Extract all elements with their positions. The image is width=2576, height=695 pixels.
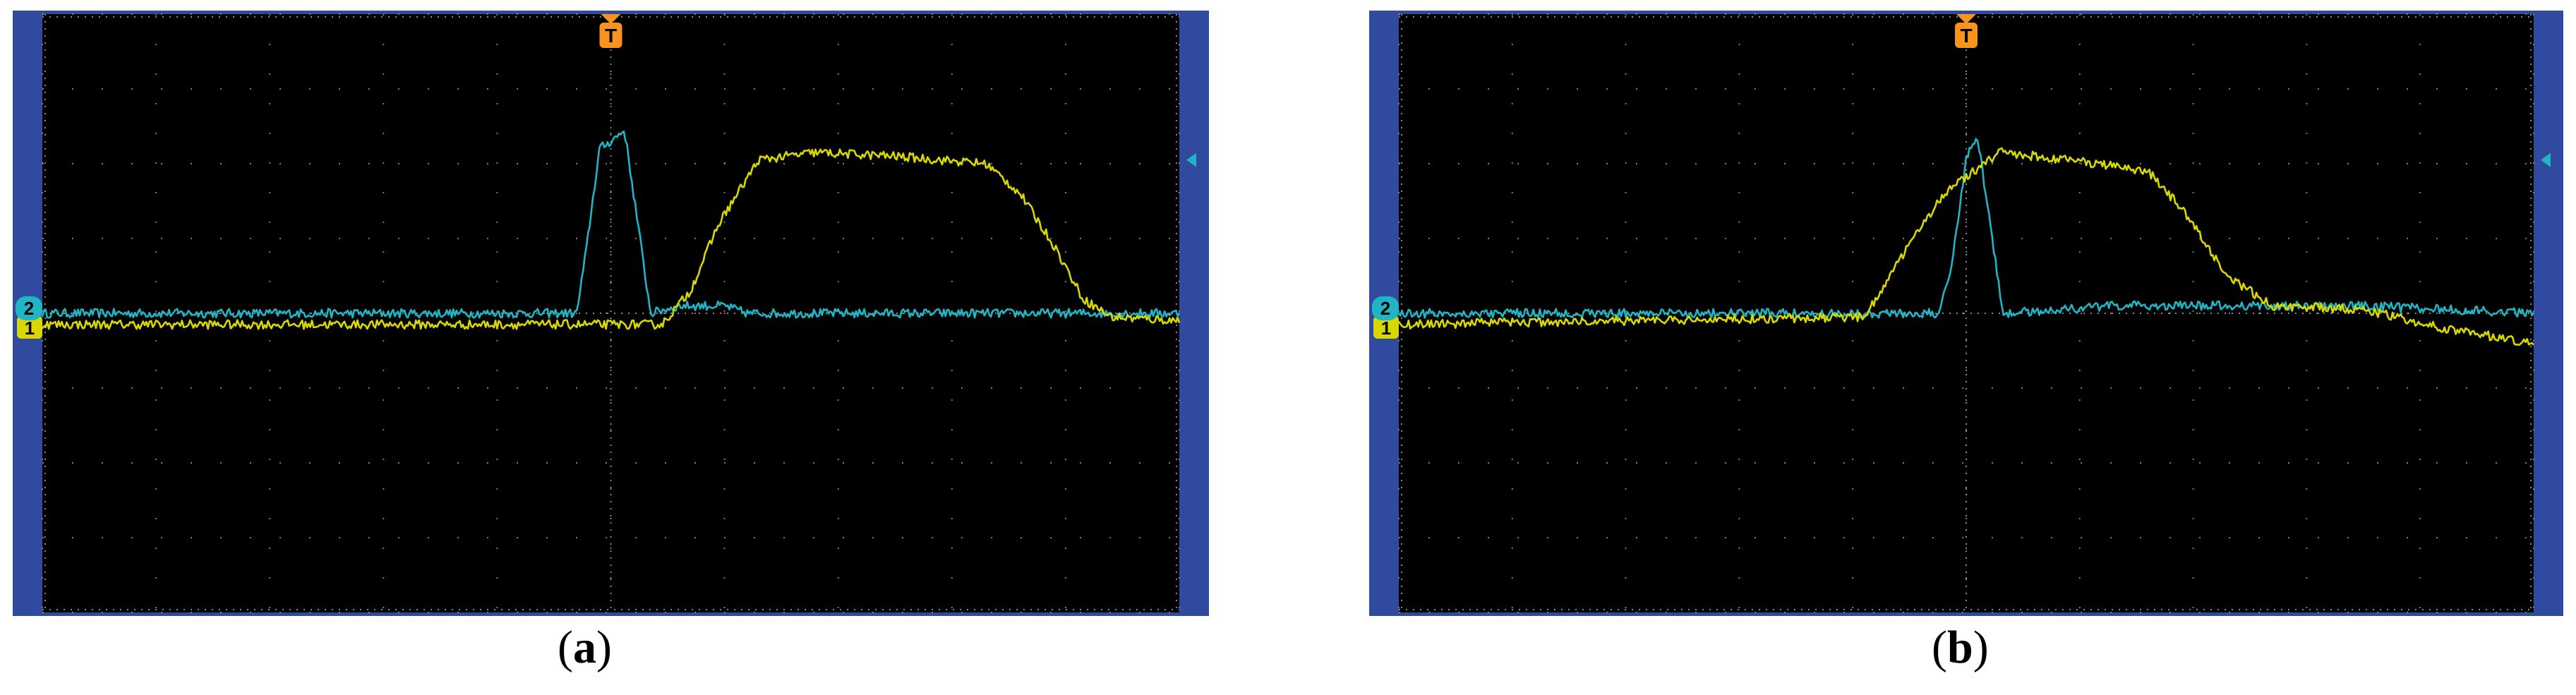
ch1-marker-label: 1 bbox=[1381, 318, 1391, 339]
trigger-label: T bbox=[605, 25, 617, 47]
caption-a-letter: a bbox=[572, 622, 596, 673]
ch2-marker-label: 2 bbox=[24, 298, 34, 319]
scope-screen-a: T 12 bbox=[13, 11, 1209, 616]
caption-b-close: ) bbox=[1973, 622, 1989, 673]
caption-b-open: ( bbox=[1932, 622, 1947, 673]
trigger-label: T bbox=[1960, 25, 1972, 47]
ch1-marker-label: 1 bbox=[25, 318, 35, 339]
scope-panel-a: T 12 bbox=[13, 11, 1209, 616]
caption-b: (b) bbox=[1932, 621, 1989, 675]
caption-a: (a) bbox=[558, 621, 612, 675]
scope-panel-b: T 12 bbox=[1369, 11, 2563, 616]
channel-markers-b: 12 bbox=[1372, 296, 1399, 339]
channel-markers-a: 12 bbox=[16, 296, 42, 339]
ch2-marker-label: 2 bbox=[1380, 298, 1390, 319]
caption-a-open: ( bbox=[558, 622, 573, 673]
caption-b-letter: b bbox=[1946, 622, 1973, 673]
caption-a-close: ) bbox=[596, 622, 612, 673]
scope-screen-b: T 12 bbox=[1369, 11, 2563, 616]
